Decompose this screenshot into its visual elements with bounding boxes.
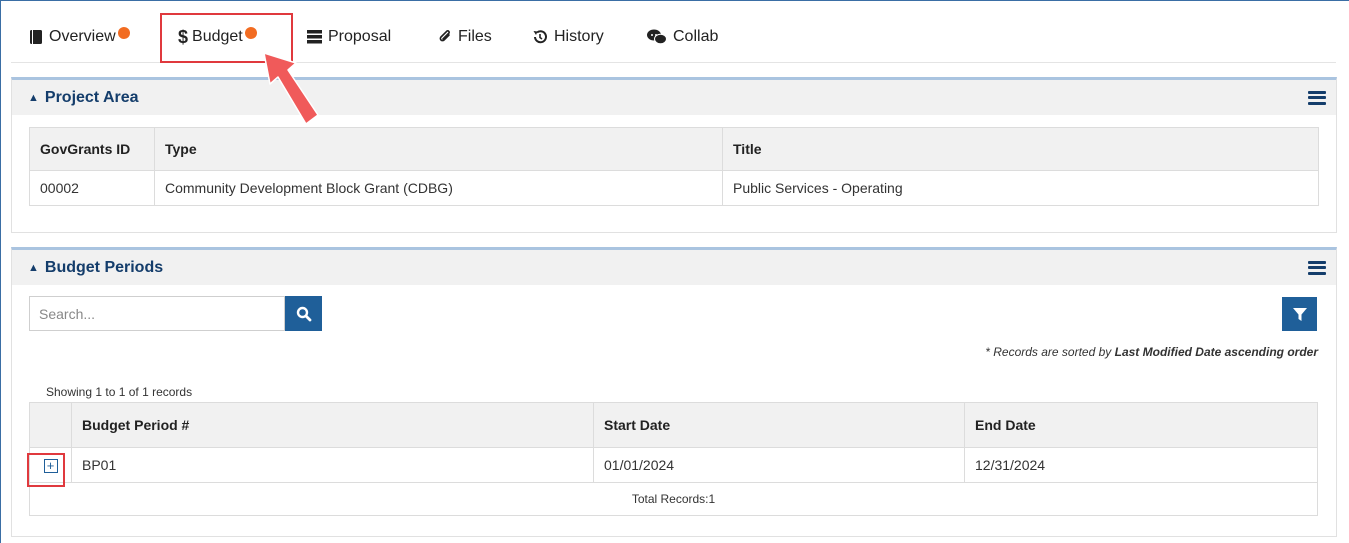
sort-note: * Records are sorted by Last Modified Da… — [985, 345, 1318, 359]
sort-note-field: Last Modified Date ascending order — [1114, 345, 1318, 359]
project-area-title: Project Area — [44, 88, 139, 106]
tab-overview[interactable]: Overview — [29, 11, 130, 63]
column-header[interactable]: GovGrants ID — [29, 127, 155, 171]
server-icon — [307, 30, 322, 44]
table-row[interactable]: + BP01 01/01/2024 12/31/2024 — [29, 447, 1318, 483]
table-cell: 01/01/2024 — [593, 447, 965, 483]
expand-cell: + — [29, 447, 72, 483]
chat-icon — [647, 29, 667, 45]
project-area-header: ▲ Project Area — [12, 80, 1336, 115]
budget-periods-table: Budget Period # Start Date End Date + BP… — [29, 402, 1318, 516]
total-records: Total Records:1 — [29, 482, 1318, 516]
record-count: Showing 1 to 1 of 1 records — [46, 385, 193, 399]
tab-files-label: Files — [458, 28, 492, 45]
table-cell: Public Services - Operating — [722, 170, 1319, 206]
budget-periods-title: Budget Periods — [44, 258, 164, 276]
search-input[interactable] — [29, 296, 285, 331]
budget-periods-toggle[interactable]: ▲ Budget Periods — [28, 259, 163, 277]
tab-collab-label: Collab — [673, 28, 719, 45]
tab-files[interactable]: Files — [438, 11, 492, 63]
filter-icon — [1292, 307, 1307, 321]
search-button[interactable] — [285, 296, 322, 331]
column-header[interactable]: Budget Period # — [71, 402, 594, 448]
arrow-annotation-icon — [263, 52, 319, 125]
tab-history-label: History — [554, 28, 604, 45]
search-icon — [296, 306, 311, 321]
column-header[interactable]: Type — [154, 127, 723, 171]
table-row: 00002 Community Development Block Grant … — [29, 170, 1319, 206]
caret-up-icon: ▲ — [28, 91, 39, 104]
column-header[interactable]: Title — [722, 127, 1319, 171]
budget-periods-panel: ▲ Budget Periods * Records are sorted by… — [11, 247, 1337, 537]
notification-dot — [117, 27, 130, 39]
project-area-panel: ▲ Project Area GovGrants ID Type Title 0… — [11, 77, 1337, 233]
tab-history[interactable]: History — [532, 11, 604, 63]
table-cell: 00002 — [29, 170, 155, 206]
table-cell: 12/31/2024 — [964, 447, 1318, 483]
expand-plus-icon[interactable]: + — [43, 458, 58, 473]
menu-icon[interactable] — [1308, 260, 1326, 275]
menu-icon[interactable] — [1308, 90, 1326, 105]
tab-collab[interactable]: Collab — [647, 11, 718, 63]
budget-periods-header: ▲ Budget Periods — [12, 250, 1336, 285]
caret-up-icon: ▲ — [28, 261, 39, 274]
total-row: Total Records:1 — [29, 482, 1318, 516]
table-cell: Community Development Block Grant (CDBG) — [154, 170, 723, 206]
table-cell: BP01 — [71, 447, 594, 483]
column-header[interactable]: Start Date — [593, 402, 965, 448]
filter-button[interactable] — [1282, 297, 1317, 331]
sort-note-prefix: * Records are sorted by — [985, 345, 1115, 359]
expand-column-header — [29, 402, 72, 448]
window-frame: Overview $ Budget Proposal Files History — [0, 0, 1349, 543]
column-header[interactable]: End Date — [964, 402, 1318, 448]
tab-proposal-label: Proposal — [328, 28, 392, 45]
project-area-table: GovGrants ID Type Title 00002 Community … — [29, 127, 1319, 206]
book-icon — [29, 29, 43, 45]
paperclip-icon — [438, 29, 452, 45]
project-area-toggle[interactable]: ▲ Project Area — [28, 89, 139, 107]
history-icon — [532, 29, 548, 45]
tab-overview-label: Overview — [49, 28, 116, 45]
